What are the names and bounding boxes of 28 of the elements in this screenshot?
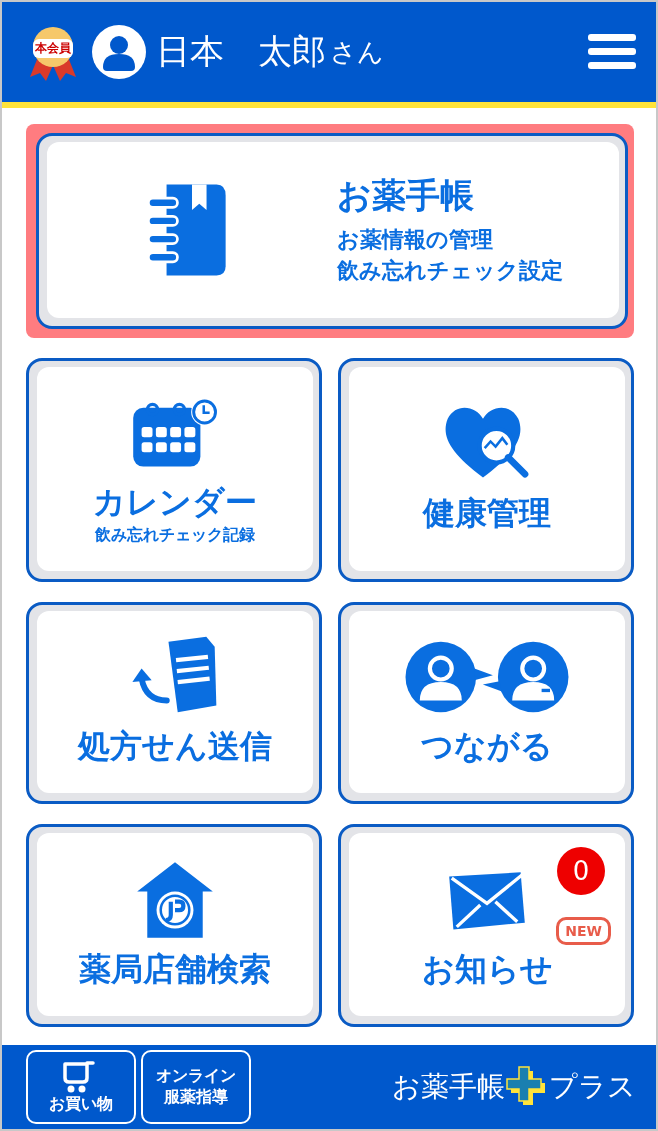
tile-title: お知らせ — [421, 948, 553, 990]
menu-icon[interactable] — [588, 32, 636, 72]
menu-tile[interactable]: お知らせ 0 NEW — [338, 824, 634, 1027]
honorific: さん — [330, 35, 384, 69]
user-avatar-icon — [92, 25, 146, 79]
new-badge: NEW — [556, 917, 611, 946]
tile-description: お薬情報の管理 — [337, 226, 494, 255]
logo-text: プラス — [549, 1069, 636, 1105]
menu-tile[interactable]: 健康管理 — [338, 358, 634, 582]
member-badge: 本会員 — [33, 38, 73, 58]
tile-title: 処方せん送信 — [78, 726, 272, 767]
tile-subtitle: 飲み忘れチェック記録 — [95, 525, 255, 547]
user-name: 日本 太郎 — [156, 30, 326, 73]
tile-title: 薬局店舗検索 — [79, 948, 271, 990]
logo-text: お薬手帳 — [392, 1069, 505, 1105]
menu-tile[interactable]: カレンダー 飲み忘れチェック記録 — [26, 358, 322, 582]
menu-tile[interactable]: 薬局店舗検索 — [26, 824, 322, 1027]
tile-title: つながる — [421, 726, 553, 767]
tile-description: 飲み忘れチェック設定 — [337, 257, 563, 285]
tile-title: お薬手帳 — [337, 174, 475, 218]
notebook-tile[interactable]: お薬手帳 お薬情報の管理 飲み忘れチェック設定 — [36, 133, 628, 329]
menu-tile[interactable]: 処方せん送信 — [26, 601, 322, 805]
shopping-button[interactable]: お買い物 — [26, 1050, 136, 1124]
online-guidance-button[interactable]: オンライン 服薬指導 — [141, 1050, 251, 1124]
menu-tile[interactable]: つながる — [338, 601, 634, 805]
tile-title: カレンダー — [93, 482, 257, 524]
tile-title: 健康管理 — [423, 492, 551, 534]
count-badge: 0 — [557, 847, 605, 896]
